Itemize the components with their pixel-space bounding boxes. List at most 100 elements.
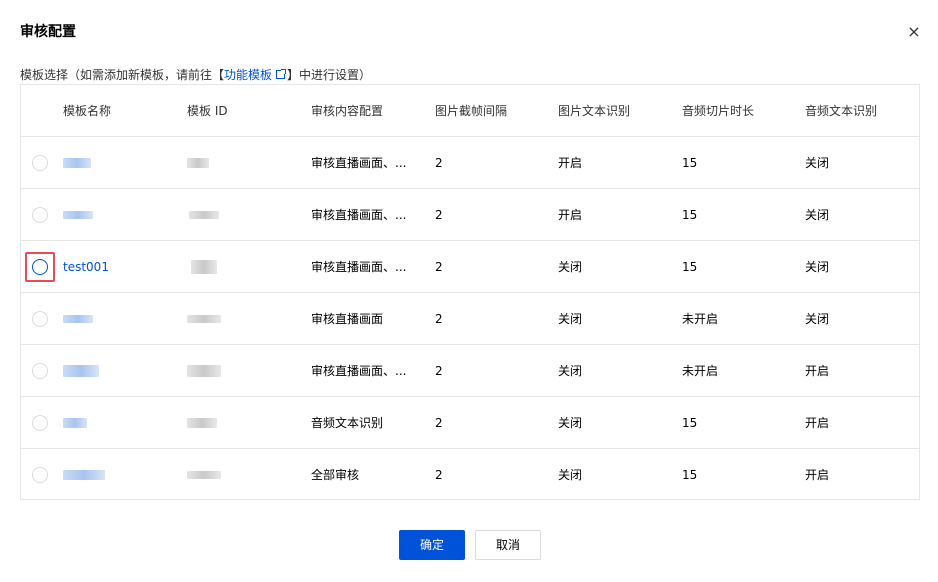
row-select (21, 189, 61, 241)
row-select (21, 449, 61, 501)
template-id-cell (187, 397, 307, 449)
template-name-cell (63, 189, 183, 241)
template-name-cell (63, 137, 183, 189)
audit-content-cell: 审核直播画面、... (311, 364, 407, 378)
redacted-template-name (63, 158, 91, 168)
audio-slice-cell: 未开启 (682, 364, 719, 378)
audit-content-cell: 审核直播画面、... (311, 260, 407, 274)
audit-content-cell: 音频文本识别 (311, 416, 384, 430)
row-radio[interactable] (32, 207, 48, 223)
header-select (21, 85, 61, 137)
audio-slice-cell: 15 (682, 468, 698, 482)
audio-slice-cell: 15 (682, 208, 698, 222)
redacted-template-name (63, 365, 99, 377)
row-select (21, 345, 61, 397)
frame-interval-cell: 2 (435, 364, 443, 378)
external-link-icon (276, 69, 287, 79)
audio-asr-cell: 开启 (805, 468, 830, 482)
audio-asr-cell: 关闭 (805, 312, 830, 326)
redacted-template-id (187, 471, 221, 479)
audio-asr-cell: 开启 (805, 416, 830, 430)
frame-interval-cell: 2 (435, 208, 443, 222)
function-template-link[interactable]: 功能模板 (224, 68, 287, 82)
template-name-cell[interactable]: test001 (63, 241, 183, 293)
header-frame-interval: 图片截帧间隔 (435, 104, 508, 118)
header-template-name: 模板名称 (63, 104, 112, 118)
image-ocr-cell: 关闭 (558, 468, 583, 482)
frame-interval-cell: 2 (435, 416, 443, 430)
template-id-cell (187, 293, 307, 345)
template-id-cell (187, 449, 307, 501)
redacted-template-id (187, 315, 221, 323)
redacted-template-id (187, 158, 209, 168)
header-template-id: 模板 ID (187, 104, 228, 118)
redacted-template-id (189, 211, 219, 219)
image-ocr-cell: 开启 (558, 156, 583, 170)
template-table: 模板名称 模板 ID 审核内容配置 图片截帧间隔 图片文本识别 音频切片时长 音… (20, 84, 920, 500)
template-id-cell (187, 137, 307, 189)
header-audio-asr: 音频文本识别 (805, 104, 878, 118)
template-hint: 模板选择（如需添加新模板，请前往【功能模板 】中进行设置） (20, 66, 371, 84)
redacted-template-name (63, 470, 105, 480)
row-radio[interactable] (32, 155, 48, 171)
row-select (21, 241, 61, 293)
header-image-ocr: 图片文本识别 (558, 104, 631, 118)
table-row[interactable]: test001 审核直播画面、... 2 关闭 15 关闭 (21, 241, 919, 293)
audit-content-cell: 审核直播画面 (311, 312, 384, 326)
image-ocr-cell: 关闭 (558, 312, 583, 326)
audit-content-cell: 审核直播画面、... (311, 208, 407, 222)
frame-interval-cell: 2 (435, 468, 443, 482)
hint-prefix: 模板选择（如需添加新模板，请前往【 (20, 68, 225, 82)
audit-config-dialog: 审核配置 × 模板选择（如需添加新模板，请前往【功能模板 】中进行设置） 模板名称… (0, 0, 938, 582)
redacted-template-id (187, 365, 221, 377)
row-radio[interactable] (32, 415, 48, 431)
image-ocr-cell: 关闭 (558, 364, 583, 378)
audio-asr-cell: 关闭 (805, 260, 830, 274)
table-row[interactable]: 审核直播画面、... 2 开启 15 关闭 (21, 189, 919, 241)
hint-suffix: 】中进行设置） (287, 68, 372, 82)
audio-slice-cell: 15 (682, 260, 698, 274)
image-ocr-cell: 开启 (558, 208, 583, 222)
row-radio[interactable] (32, 363, 48, 379)
audio-asr-cell: 开启 (805, 364, 830, 378)
redacted-template-id (191, 260, 217, 274)
frame-interval-cell: 2 (435, 312, 443, 326)
confirm-button[interactable]: 确定 (399, 530, 465, 560)
template-name-cell (63, 293, 183, 345)
row-select (21, 293, 61, 345)
cancel-button[interactable]: 取消 (475, 530, 541, 560)
table-row[interactable]: 全部审核 2 关闭 15 开启 (21, 449, 919, 501)
dialog-title: 审核配置 (20, 24, 76, 40)
audio-slice-cell: 15 (682, 416, 698, 430)
template-id-cell (187, 189, 307, 241)
function-template-link-label: 功能模板 (224, 68, 273, 82)
audit-content-cell: 全部审核 (311, 468, 360, 482)
row-radio[interactable] (32, 259, 48, 275)
row-select (21, 137, 61, 189)
table-row[interactable]: 审核直播画面、... 2 关闭 未开启 开启 (21, 345, 919, 397)
template-name-cell (63, 449, 183, 501)
frame-interval-cell: 2 (435, 260, 443, 274)
audio-slice-cell: 未开启 (682, 312, 719, 326)
audio-asr-cell: 关闭 (805, 208, 830, 222)
row-select (21, 397, 61, 449)
frame-interval-cell: 2 (435, 156, 443, 170)
row-radio[interactable] (32, 311, 48, 327)
template-id-cell (187, 345, 307, 397)
redacted-template-id (187, 418, 217, 428)
table-row[interactable]: 音频文本识别 2 关闭 15 开启 (21, 397, 919, 449)
close-icon[interactable]: × (904, 22, 924, 42)
redacted-template-name (63, 211, 93, 219)
template-name-cell (63, 397, 183, 449)
template-id-cell (187, 241, 307, 293)
image-ocr-cell: 关闭 (558, 260, 583, 274)
table-row[interactable]: 审核直播画面 2 关闭 未开启 关闭 (21, 293, 919, 345)
table-header-row: 模板名称 模板 ID 审核内容配置 图片截帧间隔 图片文本识别 音频切片时长 音… (21, 85, 919, 137)
image-ocr-cell: 关闭 (558, 416, 583, 430)
row-radio[interactable] (32, 467, 48, 483)
header-audit-content: 审核内容配置 (311, 104, 384, 118)
table-row[interactable]: 审核直播画面、... 2 开启 15 关闭 (21, 137, 919, 189)
header-audio-slice: 音频切片时长 (682, 104, 755, 118)
audio-slice-cell: 15 (682, 156, 698, 170)
redacted-template-name (63, 315, 93, 323)
